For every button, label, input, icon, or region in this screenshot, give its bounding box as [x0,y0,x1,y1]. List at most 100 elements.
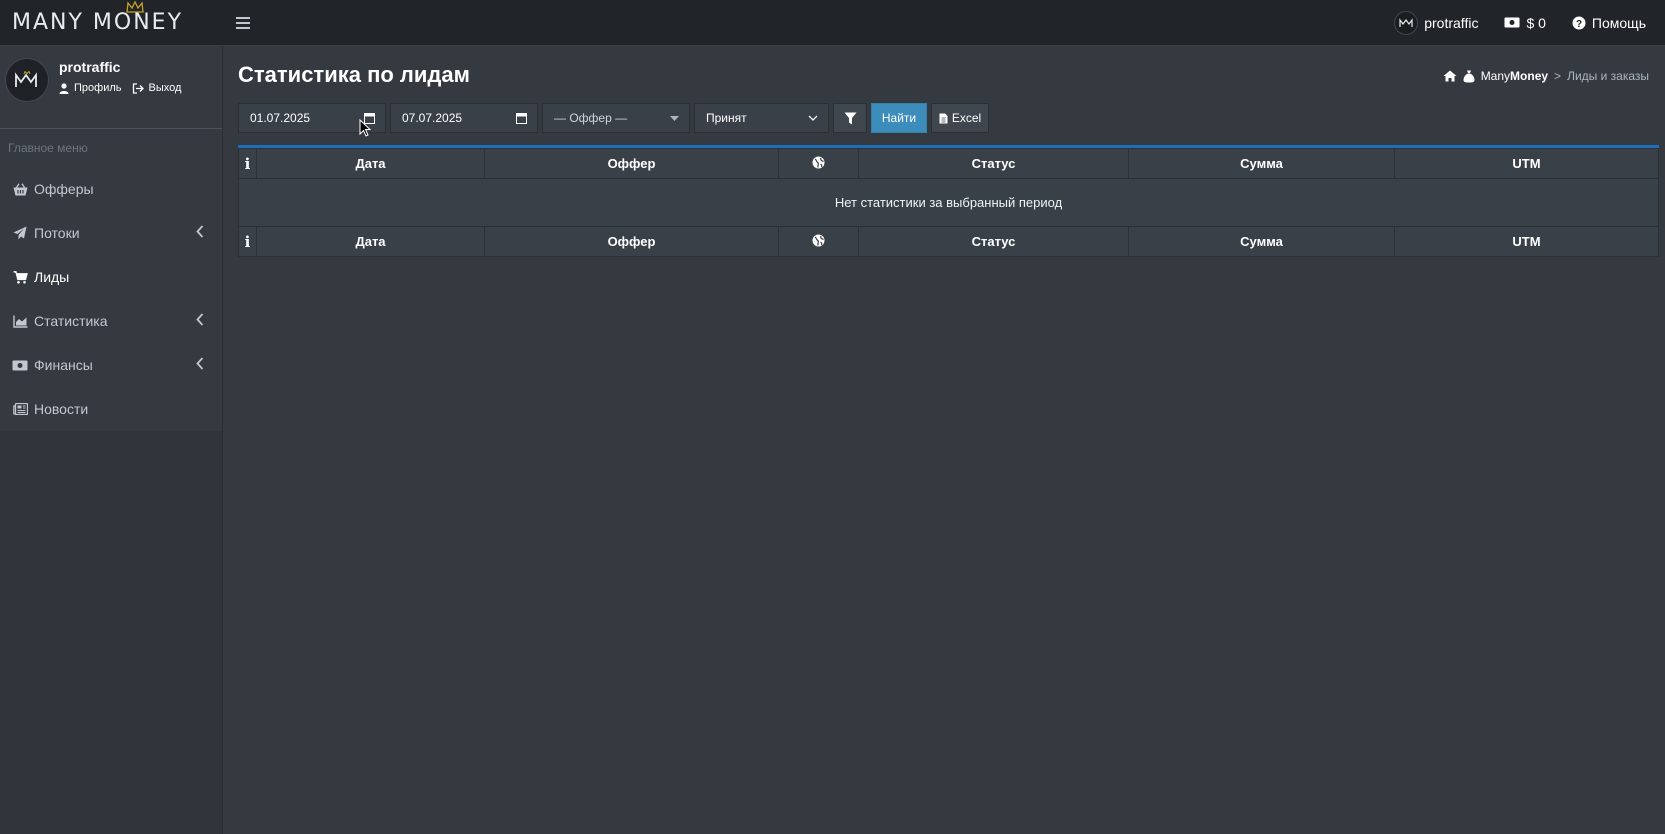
menu-toggle-button[interactable] [223,0,263,46]
sidebar-item-label: Лиды [34,269,70,285]
offer-select-placeholder: — Оффер — [554,111,628,125]
column-header-offer[interactable]: Оффер [484,148,779,179]
leads-table-card: i Дата Оффер Статус Сумма UTM Нет статис… [238,145,1659,257]
sidebar-item-statistics[interactable]: Статистика [0,299,222,343]
breadcrumb-root[interactable]: ManyMoney [1481,69,1548,83]
mm-logo-icon [1399,17,1413,27]
breadcrumb-root-bold: Money [1510,69,1549,83]
date-to-input[interactable]: 07.07.2025 [390,103,538,133]
caret-down-icon [670,116,679,121]
status-select[interactable]: Принят [694,103,829,133]
column-footer-sum: Сумма [1128,226,1395,257]
column-footer-date: Дата [256,226,485,257]
side-menu: Офферы Потоки Лиды Статистика Финансы Но… [0,167,222,431]
offer-select[interactable]: — Оффер — [542,103,690,133]
breadcrumb-root-light: Many [1480,69,1511,83]
paper-plane-icon [12,226,28,240]
profile-link-label: Профиль [74,82,122,94]
column-header-geo[interactable] [778,148,859,179]
money-bag-icon [1463,70,1475,82]
table-header-row: i Дата Оффер Статус Сумма UTM [238,148,1659,179]
status-select-value: Принят [706,111,747,125]
leads-table: i Дата Оффер Статус Сумма UTM Нет статис… [238,148,1659,257]
calendar-icon[interactable] [516,112,527,124]
home-icon[interactable] [1443,70,1457,82]
user-icon [59,82,69,94]
cart-icon [12,270,28,284]
file-excel-icon [939,113,948,123]
menu-header: Главное меню [0,129,222,167]
chevron-left-icon [196,357,204,370]
sidebar-item-label: Финансы [34,357,93,373]
empty-message: Нет статистики за выбранный период [238,178,1659,227]
breadcrumb-current: Лиды и заказы [1567,69,1649,83]
excel-button-label: Excel [951,111,982,125]
sidebar-avatar [5,58,49,102]
column-header-date[interactable]: Дата [256,148,485,179]
svg-text:?: ? [1576,19,1582,30]
sidebar-username: protraffic [59,59,121,75]
date-from-value: 01.07.2025 [250,111,311,125]
sidebar-item-offers[interactable]: Офферы [0,167,222,211]
profile-link[interactable]: Профиль [59,82,122,94]
excel-export-button[interactable]: Excel [931,103,989,133]
chevron-left-icon [196,313,204,326]
date-from-input[interactable]: 01.07.2025 [238,103,386,137]
basket-icon [12,182,28,196]
logout-link[interactable]: Выход [132,82,181,94]
sidebar-item-label: Офферы [34,181,94,197]
column-footer-geo [778,226,859,257]
top-navbar: MANY MONEY protraffic $ 0 ? Помощь [0,0,1665,46]
sidebar-item-leads[interactable]: Лиды [0,255,222,299]
avatar [1394,10,1419,35]
balance-value: $ 0 [1526,14,1546,31]
help-label: Помощь [1591,14,1646,31]
sidebar-item-finance[interactable]: Финансы [0,343,222,387]
find-button[interactable]: Найти [871,103,927,133]
brand-text: MANY MONEY [12,10,184,35]
sidebar-item-news[interactable]: Новости [0,387,222,431]
sidebar-item-streams[interactable]: Потоки [0,211,222,255]
filter-icon [844,112,856,124]
breadcrumb: ManyMoney > Лиды и заказы [1443,69,1649,83]
main-content: Статистика по лидам ManyMoney > Лиды и з… [223,46,1665,834]
filter-button[interactable] [833,103,867,133]
column-header-status[interactable]: Статус [858,148,1129,179]
chart-area-icon [12,315,28,328]
breadcrumb-separator: > [1554,69,1562,83]
question-circle-icon: ? [1572,16,1586,30]
user-menu-name: protraffic [1424,14,1479,31]
balance-link[interactable]: $ 0 [1491,15,1558,31]
globe-icon [812,234,825,246]
date-to-value: 07.07.2025 [402,111,463,125]
info-icon: i [244,154,251,173]
column-footer-status: Статус [858,226,1129,257]
help-link[interactable]: ? Помощь [1559,15,1659,31]
table-row: Нет статистики за выбранный период [238,178,1659,227]
info-icon: i [244,232,251,251]
mouse-cursor-icon [359,119,371,137]
user-panel: protraffic Профиль Выход [0,46,222,129]
sign-out-icon [132,82,144,94]
hamburger-icon [236,16,250,29]
mm-logo-icon [15,71,37,87]
sidebar-item-label: Новости [34,401,89,417]
sidebar-item-label: Потоки [34,225,80,241]
top-right-menu: protraffic $ 0 ? Помощь [1381,0,1665,46]
column-header-sum[interactable]: Сумма [1128,148,1395,179]
chevron-left-icon [196,225,204,238]
sidebar: protraffic Профиль Выход Главное меню Оф… [0,46,223,834]
globe-icon [812,156,825,168]
page-title: Статистика по лидам [238,62,470,87]
crown-icon [126,0,144,13]
table-footer-row: i Дата Оффер Статус Сумма UTM [238,226,1659,257]
filters-bar: 01.07.2025 07.07.2025 — Оффер — Принят Н… [238,103,989,137]
sidebar-item-label: Статистика [34,313,108,329]
column-footer-utm: UTM [1394,226,1659,257]
column-header-utm[interactable]: UTM [1394,148,1659,179]
column-header-info[interactable]: i [238,148,257,179]
brand-logo[interactable]: MANY MONEY [0,0,223,46]
money-bill-icon [1504,17,1520,28]
user-menu[interactable]: protraffic [1381,10,1491,35]
column-footer-info: i [238,226,257,257]
